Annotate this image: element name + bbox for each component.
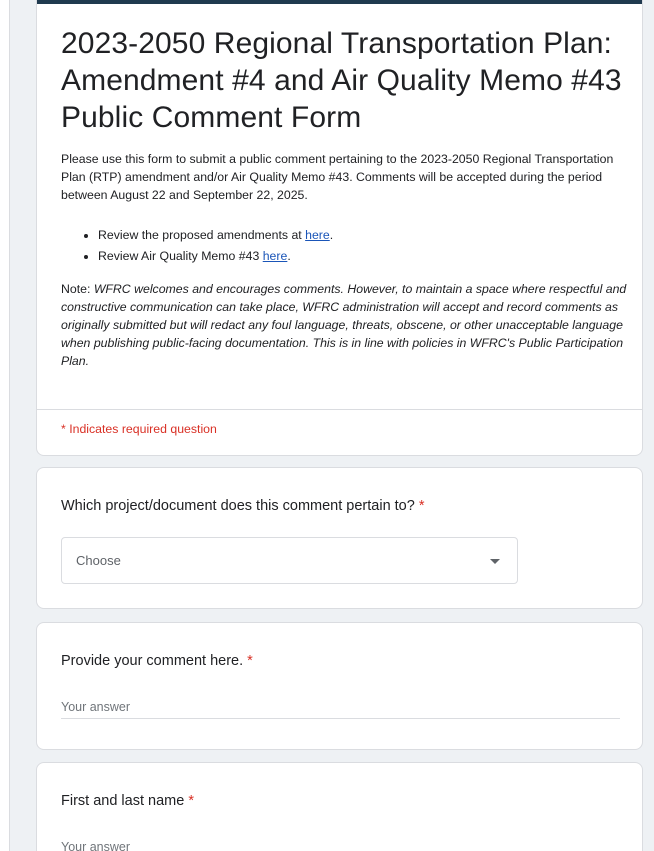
question-title-text: Which project/document does this comment…: [61, 498, 415, 514]
list-item: Review the proposed amendments at here.: [98, 226, 621, 244]
name-input[interactable]: [61, 835, 620, 851]
question-title: Which project/document does this comment…: [61, 498, 425, 514]
question-title-text: Provide your comment here.: [61, 653, 244, 669]
project-dropdown[interactable]: Choose: [61, 537, 518, 584]
list-item-text: Review Air Quality Memo #43: [98, 249, 263, 263]
form-description: Please use this form to submit a public …: [61, 152, 614, 202]
review-links-list: Review the proposed amendments at here. …: [61, 226, 621, 268]
dropdown-selected-value: Choose: [76, 553, 121, 568]
list-item: Review Air Quality Memo #43 here.: [98, 247, 621, 265]
list-item-text: Review the proposed amendments at: [98, 228, 306, 242]
air-quality-memo-link[interactable]: here: [263, 249, 288, 263]
moderation-note: Note: WFRC welcomes and encourages comme…: [61, 280, 629, 370]
amendments-link[interactable]: here: [305, 228, 330, 242]
question-card-comment: Provide your comment here. *: [36, 622, 643, 750]
form-page: 2023-2050 Regional Transportation Plan: …: [0, 0, 654, 851]
header-accent-bar: [37, 0, 642, 4]
required-asterisk: *: [188, 793, 194, 809]
comment-input[interactable]: [61, 695, 620, 719]
note-body: WFRC welcomes and encourages comments. H…: [61, 282, 627, 368]
question-title: First and last name *: [61, 793, 194, 809]
question-card-name: First and last name *: [36, 762, 643, 851]
question-card-project: Which project/document does this comment…: [36, 467, 643, 609]
note-label: Note:: [61, 282, 94, 296]
header-divider: [37, 409, 642, 410]
required-asterisk: *: [247, 653, 253, 669]
caret-down-icon[interactable]: [490, 559, 500, 564]
list-item-suffix: .: [329, 228, 334, 242]
question-title: Provide your comment here. *: [61, 653, 253, 669]
required-asterisk: *: [418, 498, 425, 514]
form-header-card: 2023-2050 Regional Transportation Plan: …: [36, 0, 643, 456]
left-scroll-rail: [0, 0, 10, 851]
form-title: 2023-2050 Regional Transportation Plan: …: [61, 27, 622, 134]
question-title-text: First and last name: [61, 793, 185, 809]
required-question-note: * Indicates required question: [61, 422, 217, 436]
list-item-suffix: .: [287, 249, 291, 263]
